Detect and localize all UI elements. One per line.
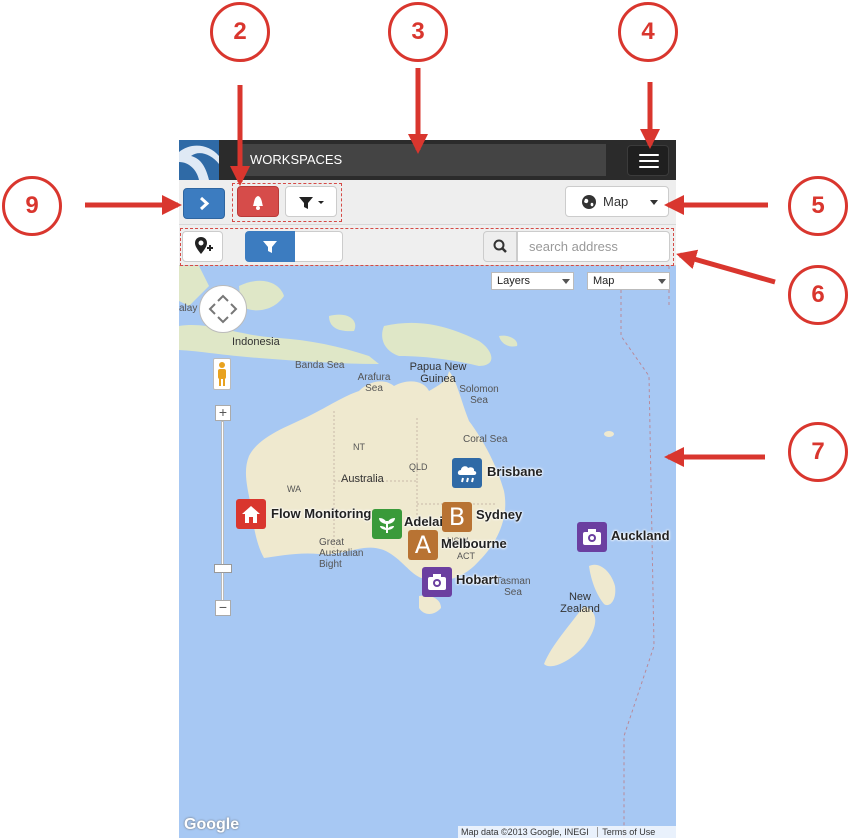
callout-5: 5: [788, 176, 848, 236]
callout-7: 7: [788, 422, 848, 482]
callout-9: 9: [2, 176, 62, 236]
callout-arrows: [85, 68, 776, 467]
callout-6: 6: [788, 265, 848, 325]
callout-4: 4: [618, 2, 678, 62]
callout-3: 3: [388, 2, 448, 62]
callout-2: 2: [210, 2, 270, 62]
